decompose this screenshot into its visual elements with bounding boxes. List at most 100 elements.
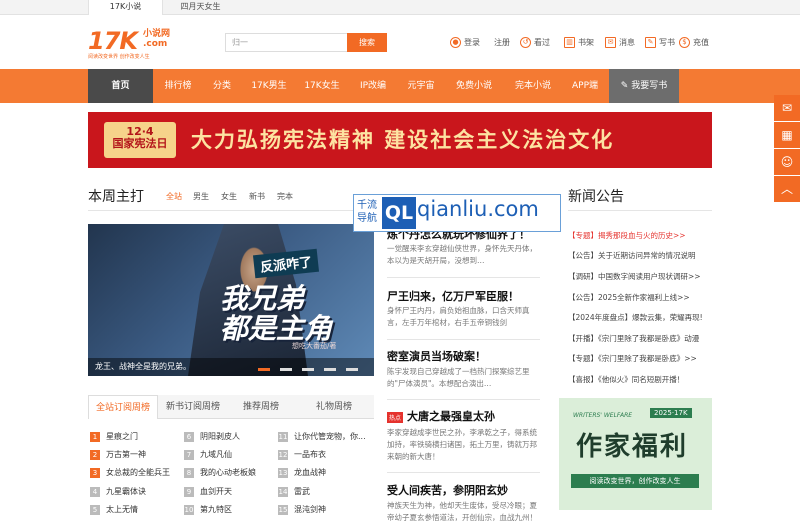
carousel-dot[interactable] bbox=[280, 368, 292, 371]
write-label: 写书 bbox=[659, 38, 675, 47]
rank-book: 万古第一神 bbox=[106, 450, 146, 459]
carousel-dot[interactable] bbox=[302, 368, 314, 371]
rank-item[interactable]: 2 万古第一神 bbox=[90, 449, 146, 460]
search-input[interactable]: 归一 bbox=[225, 33, 347, 52]
news-item[interactable]: 【喜报】《他似火》同名短剧开播！ bbox=[568, 374, 684, 385]
site-tab-17k[interactable]: 17K小说 bbox=[88, 0, 163, 15]
rank-item[interactable]: 11 让你代管宠物，你... bbox=[278, 431, 366, 442]
nav-app[interactable]: APP端 bbox=[564, 69, 606, 103]
carousel-dot[interactable] bbox=[258, 368, 270, 371]
rank-book: 我的心动老板娘 bbox=[200, 468, 256, 477]
book-title[interactable]: 受人间疾苦，参阴阳玄妙 bbox=[387, 482, 508, 498]
constitution-banner[interactable]: 12·4 国家宪法日 大力弘扬宪法精神 建设社会主义法治文化 bbox=[88, 112, 712, 168]
qrcode-icon[interactable]: ▦ bbox=[774, 122, 800, 148]
rank-item[interactable]: 9 血剑开天 bbox=[184, 486, 232, 497]
weekly-tab-new[interactable]: 新书 bbox=[249, 191, 265, 202]
rank-book: 女总裁的全能兵王 bbox=[106, 468, 170, 477]
rank-book: 让你代管宠物，你... bbox=[294, 432, 366, 441]
news-item[interactable]: 【公告】2025全新作家福利上线>> bbox=[568, 292, 690, 303]
news-text: 《宗门里除了我都是卧底》>> bbox=[598, 354, 697, 363]
nav-ip[interactable]: IP改编 bbox=[350, 69, 396, 103]
nav-home[interactable]: 首页 bbox=[88, 69, 153, 103]
rank-item[interactable]: 14 雷武 bbox=[278, 486, 310, 497]
nav-male[interactable]: 17K男生 bbox=[244, 69, 294, 103]
writer-welfare-ad[interactable]: WRITERS' WELFARE 2025·17K 作家福利 阅读改变世界，创作… bbox=[559, 398, 712, 510]
site-logo[interactable]: 17K 小说网 .com 阅读改变世界 创作改变人生 bbox=[88, 27, 188, 61]
news-tag: 【喜报】 bbox=[568, 375, 598, 384]
news-item[interactable]: 【开播】《宗门里除了我都是卧底》动漫 bbox=[568, 333, 699, 344]
weekly-tab-all[interactable]: 全站 bbox=[166, 191, 182, 202]
rank-item[interactable]: 12 一品布衣 bbox=[278, 449, 326, 460]
write-link[interactable]: ✎ 写书 bbox=[645, 37, 675, 48]
news-item[interactable]: 【2024年度盘点】爆款云集，荣耀再现! bbox=[568, 312, 703, 323]
carousel-dot[interactable] bbox=[324, 368, 336, 371]
recharge-link[interactable]: $ 充值 bbox=[679, 37, 709, 48]
watermark: 千流导航 QL qianliu.com bbox=[353, 194, 561, 232]
divider bbox=[568, 210, 712, 211]
nav-ranking[interactable]: 排行榜 bbox=[156, 69, 200, 103]
rank-tab-new-subscribe[interactable]: 新书订阅周榜 bbox=[158, 395, 228, 419]
hero-caption: 龙王、战神全是我的兄弟。 bbox=[88, 358, 374, 376]
rank-number: 15 bbox=[278, 504, 288, 515]
book-title[interactable]: 热点 大唐之最强皇太孙 bbox=[387, 408, 495, 424]
nav-write-book[interactable]: ✎ 我要写书 bbox=[609, 69, 679, 103]
rank-item[interactable]: 8 我的心动老板娘 bbox=[184, 467, 256, 478]
back-to-top-icon[interactable]: ︿ bbox=[774, 176, 800, 202]
logo-slogan: 阅读改变世界 创作改变人生 bbox=[88, 54, 150, 60]
watermark-cn: 千流导航 bbox=[357, 200, 377, 224]
nav-free[interactable]: 免费小说 bbox=[446, 69, 502, 103]
carousel-dot[interactable] bbox=[346, 368, 358, 371]
rank-number: 7 bbox=[184, 449, 194, 460]
service-icon[interactable]: ☺ bbox=[774, 149, 800, 175]
watermark-logo: QL bbox=[382, 197, 416, 229]
message-link[interactable]: ✉ 消息 bbox=[605, 37, 635, 48]
nav-category[interactable]: 分类 bbox=[203, 69, 241, 103]
rank-tab-recommend[interactable]: 推荐周榜 bbox=[228, 395, 294, 419]
login-link[interactable]: ● 登录 bbox=[450, 37, 480, 48]
divider bbox=[387, 472, 540, 473]
rank-item[interactable]: 4 九星霸体诀 bbox=[90, 486, 146, 497]
nav-female[interactable]: 17K女生 bbox=[297, 69, 347, 103]
hero-carousel[interactable]: 反派咋了 我兄弟 都是主角 想吃大番茄/著 龙王、战神全是我的兄弟。 bbox=[88, 224, 374, 376]
wechat-icon[interactable]: ✉ bbox=[774, 95, 800, 121]
divider bbox=[387, 339, 540, 340]
rank-item[interactable]: 6 阴阳剥皮人 bbox=[184, 431, 240, 442]
news-item[interactable]: 【公告】关于近期访问异常的情况说明 bbox=[568, 250, 696, 261]
nav-write-label: 我要写书 bbox=[631, 81, 668, 91]
rank-book: 龙血战神 bbox=[294, 468, 326, 477]
news-text: 中国数字阅读用户现状调研>> bbox=[598, 272, 701, 281]
rank-book: 九星霸体诀 bbox=[106, 487, 146, 496]
nav-finished[interactable]: 完本小说 bbox=[505, 69, 561, 103]
book-title[interactable]: 尸王归来，亿万尸军臣服！ bbox=[387, 288, 519, 304]
news-item[interactable]: 【专题】《宗门里除了我都是卧底》>> bbox=[568, 353, 697, 364]
rank-item[interactable]: 1 星痕之门 bbox=[90, 431, 138, 442]
weekly-tab-male[interactable]: 男生 bbox=[193, 191, 209, 202]
bookshelf-link[interactable]: ▥ 书架 bbox=[564, 37, 594, 48]
rank-item[interactable]: 7 九域凡仙 bbox=[184, 449, 232, 460]
weekly-tab-female[interactable]: 女生 bbox=[221, 191, 237, 202]
news-text: 《他似火》同名短剧开播！ bbox=[598, 375, 685, 384]
rank-book: 一品布衣 bbox=[294, 450, 326, 459]
site-tab-april[interactable]: 四月天女生 bbox=[163, 0, 238, 15]
news-text: 关于近期访问异常的情况说明 bbox=[598, 251, 696, 260]
rank-tab-all-subscribe[interactable]: 全站订阅周榜 bbox=[88, 395, 158, 419]
book-title-text: 大唐之最强皇太孙 bbox=[407, 410, 496, 423]
rank-number: 9 bbox=[184, 486, 194, 497]
rank-tab-gift[interactable]: 礼物周榜 bbox=[294, 395, 374, 419]
weekly-tab-finished[interactable]: 完本 bbox=[277, 191, 293, 202]
rank-item[interactable]: 5 太上无情 bbox=[90, 504, 138, 515]
register-link[interactable]: 注册 bbox=[494, 37, 510, 48]
history-link[interactable]: ↺ 看过 bbox=[520, 37, 550, 48]
weekly-title: 本周主打 bbox=[88, 189, 144, 205]
rank-item[interactable]: 13 龙血战神 bbox=[278, 467, 326, 478]
news-item[interactable]: 【调研】中国数字阅读用户现状调研>> bbox=[568, 271, 701, 282]
nav-metaverse[interactable]: 元宇宙 bbox=[399, 69, 443, 103]
rank-item[interactable]: 10 第九特区 bbox=[184, 504, 232, 515]
search-button[interactable]: 搜索 bbox=[347, 33, 387, 52]
book-desc: 身怀尸王内丹，肩负始祖血脉，口含天师真言，左手万年棺材，右手五帝铜钱剑 bbox=[387, 306, 530, 327]
rank-number: 2 bbox=[90, 449, 100, 460]
news-item[interactable]: 【专题】揭秀那段血与火的历史>> bbox=[568, 230, 686, 241]
rank-item[interactable]: 15 混沌剑神 bbox=[278, 504, 326, 515]
book-title[interactable]: 密室演员当场破案！ bbox=[387, 348, 486, 364]
rank-item[interactable]: 3 女总裁的全能兵王 bbox=[90, 467, 170, 478]
